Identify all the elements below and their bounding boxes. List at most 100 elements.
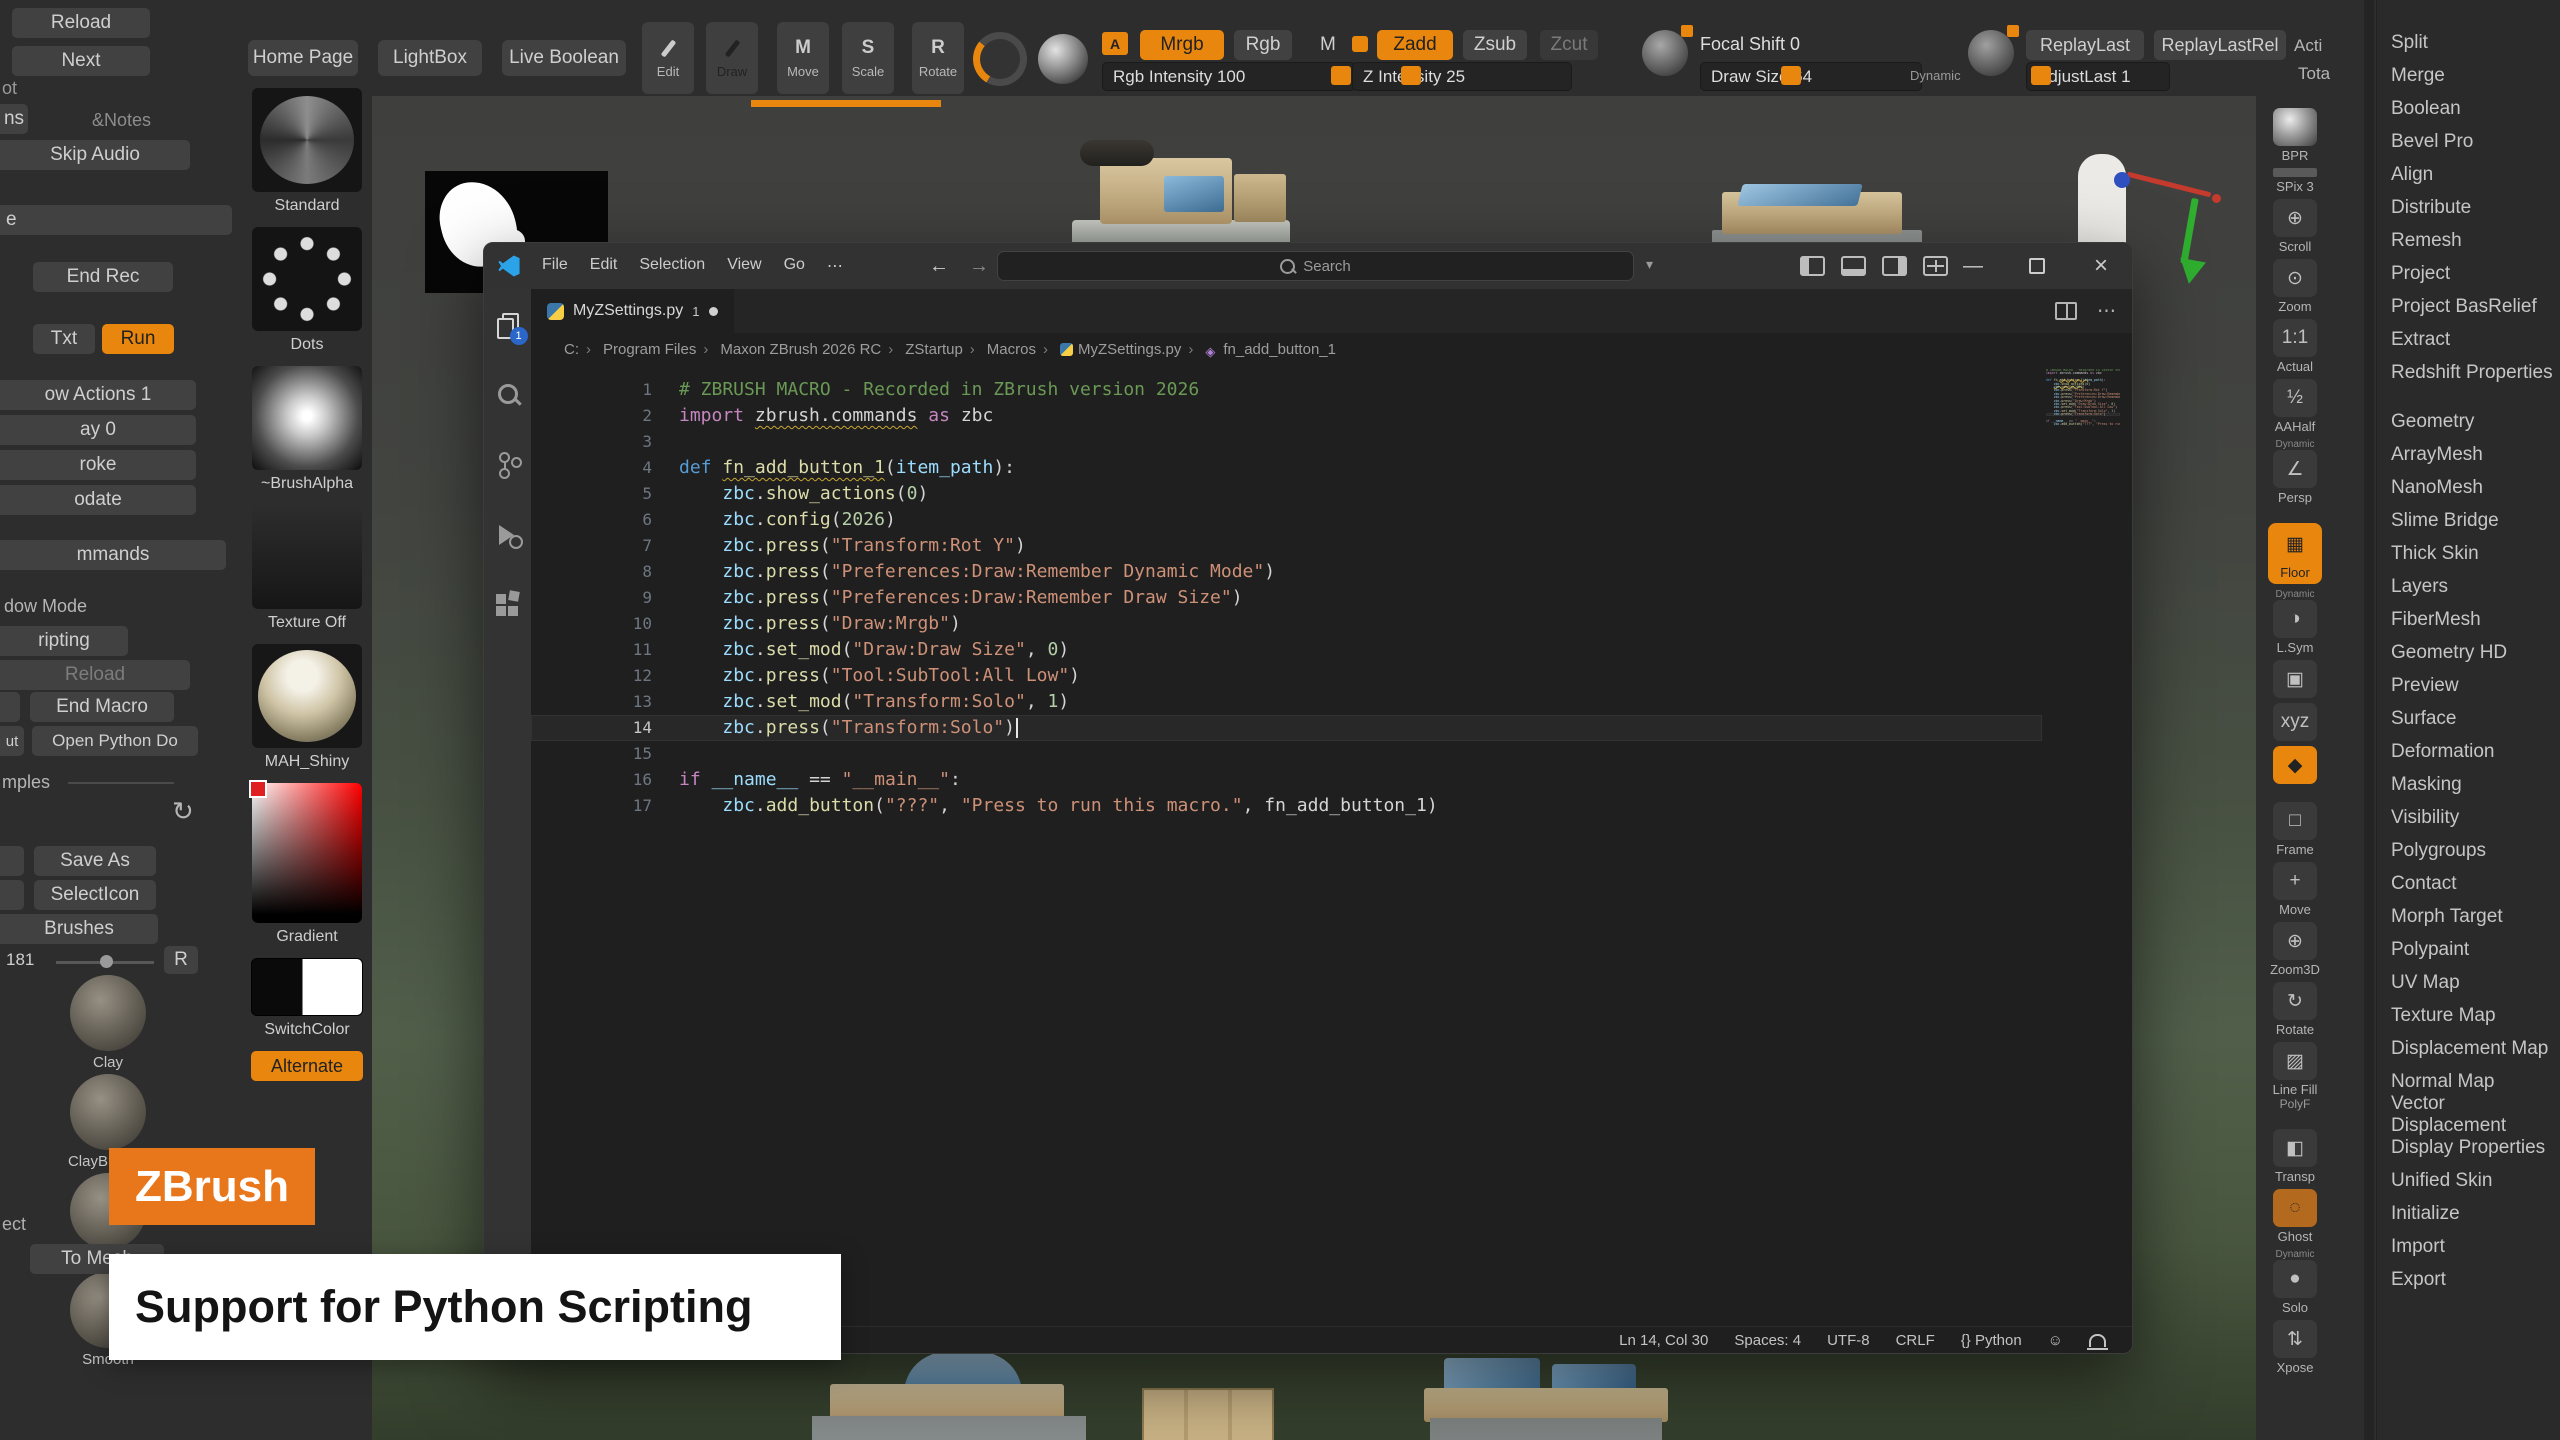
menu-section-item[interactable]: Morph Target xyxy=(2377,900,2560,933)
show-actions-button[interactable]: ow Actions 1 xyxy=(0,380,196,410)
menu-section-item[interactable]: Thick Skin xyxy=(2377,537,2560,570)
code-editor[interactable]: 1# ZBRUSH MACRO - Recorded in ZBrush ver… xyxy=(531,365,2132,1327)
shelf-button[interactable]: ◧ Transp xyxy=(2273,1129,2317,1184)
mrgb-button[interactable]: Mrgb xyxy=(1140,30,1224,60)
txt-button[interactable]: Txt xyxy=(33,324,95,354)
menubar-item[interactable]: Go xyxy=(774,251,815,281)
source-control-icon[interactable] xyxy=(494,451,522,479)
code-line[interactable]: 1# ZBRUSH MACRO - Recorded in ZBrush ver… xyxy=(531,377,2042,403)
palette-thumbnail[interactable] xyxy=(252,783,362,923)
code-line[interactable]: 14 zbc.press("Transform:Solo") xyxy=(531,715,2042,741)
shelf-button[interactable]: ▨ Line Fill PolyF xyxy=(2273,1042,2318,1111)
right-menu-scrollbar[interactable] xyxy=(2364,0,2374,1440)
tota-partial[interactable]: Tota xyxy=(2298,64,2330,84)
lightbox-button[interactable]: LightBox xyxy=(378,40,482,76)
indentation[interactable]: Spaces: 4 xyxy=(1734,1332,1801,1349)
code-line[interactable]: 10 zbc.press("Draw:Mrgb") xyxy=(531,611,2042,637)
menu-section-item[interactable]: NanoMesh xyxy=(2377,471,2560,504)
acti-partial[interactable]: Acti xyxy=(2294,36,2322,56)
minimize-button[interactable]: — xyxy=(1950,243,1996,289)
more-actions-icon[interactable]: ⋯ xyxy=(2097,300,2116,323)
code-line[interactable]: 13 zbc.set_mod("Transform:Solo", 1) xyxy=(531,689,2042,715)
scripting-button[interactable]: ripting xyxy=(0,626,128,656)
rgb-intensity-handle[interactable] xyxy=(1331,66,1351,85)
mini-slider-handle[interactable] xyxy=(100,955,113,968)
search-dropdown-icon[interactable]: ▾ xyxy=(1646,256,1653,273)
code-line[interactable]: 7 zbc.press("Transform:Rot Y") xyxy=(531,533,2042,559)
brush-thumb-clay[interactable] xyxy=(70,975,146,1051)
breadcrumb-item[interactable]: ZStartup xyxy=(881,341,963,358)
menu-section-item[interactable]: Polypaint xyxy=(2377,933,2560,966)
palette-thumbnail[interactable] xyxy=(252,505,362,609)
zcut-button[interactable]: Zcut xyxy=(1540,30,1598,60)
z-intensity-slider[interactable]: Z Intensity 25 xyxy=(1352,62,1572,91)
menu-section-item[interactable]: Import xyxy=(2377,1230,2560,1263)
menubar-item[interactable]: View xyxy=(717,251,771,281)
skip-audio-button[interactable]: Skip Audio xyxy=(0,140,190,170)
shelf-button[interactable]: BPR xyxy=(2273,108,2317,163)
search-view-icon[interactable] xyxy=(494,381,522,409)
replay-icon[interactable] xyxy=(1968,30,2014,76)
shelf-button[interactable]: ⊕ Zoom3D xyxy=(2270,922,2320,977)
menu-section-item[interactable]: UV Map xyxy=(2377,966,2560,999)
menu-section-item[interactable]: Visibility xyxy=(2377,801,2560,834)
home-page-button[interactable]: Home Page xyxy=(248,40,358,76)
menu-item[interactable]: Extract xyxy=(2377,323,2560,356)
tool-mode-button[interactable]: Draw xyxy=(706,22,758,94)
menu-section-item[interactable]: ArrayMesh xyxy=(2377,438,2560,471)
breadcrumb-item[interactable]: Maxon ZBrush 2026 RC xyxy=(696,341,881,358)
menu-section-item[interactable]: Geometry HD xyxy=(2377,636,2560,669)
close-button[interactable]: × xyxy=(2078,243,2124,289)
adjust-last-handle[interactable] xyxy=(2031,66,2051,85)
select-icon-stub[interactable] xyxy=(0,880,24,910)
shelf-button[interactable]: 1:1 Actual xyxy=(2273,319,2317,374)
tab-myzsettings[interactable]: MyZSettings.py 1 xyxy=(531,289,734,333)
palette-thumbnail[interactable] xyxy=(252,88,362,192)
menu-section-item[interactable]: Export xyxy=(2377,1263,2560,1296)
palette-item[interactable]: Dots xyxy=(242,227,372,354)
shelf-button[interactable]: ⇅ Xpose xyxy=(2273,1320,2317,1375)
z-intensity-handle[interactable] xyxy=(1401,66,1421,85)
shelf-button[interactable]: ↻ Rotate xyxy=(2273,982,2317,1037)
breadcrumb-item[interactable]: Program Files xyxy=(579,341,696,358)
menu-section-item[interactable]: Layers xyxy=(2377,570,2560,603)
rgb-intensity-slider[interactable]: Rgb Intensity 100 xyxy=(1102,62,1356,91)
partial-ut-stub[interactable]: ut xyxy=(0,726,24,756)
menu-section-item[interactable]: Polygroups xyxy=(2377,834,2560,867)
menu-section-item[interactable]: Unified Skin xyxy=(2377,1164,2560,1197)
tool-mode-button[interactable]: Edit xyxy=(642,22,694,94)
toggle-secondary-sidebar-icon[interactable] xyxy=(1882,256,1907,276)
tool-mode-button[interactable]: M Move xyxy=(777,22,829,94)
tab-bar[interactable]: MyZSettings.py 1 ⋯ xyxy=(531,289,2132,333)
vscode-titlebar[interactable]: File Edit Selection View Go ⋯ ← → Search xyxy=(484,243,2132,289)
code-line[interactable]: 6 zbc.config(2026) xyxy=(531,507,2042,533)
menu-section-item[interactable]: Contact xyxy=(2377,867,2560,900)
palette-item[interactable]: ~BrushAlpha xyxy=(242,366,372,493)
encoding[interactable]: UTF-8 xyxy=(1827,1332,1870,1349)
material-sphere-icon[interactable] xyxy=(1038,34,1088,84)
breadcrumb-item[interactable]: MyZSettings.py xyxy=(1036,341,1181,358)
menu-section-item[interactable]: Display Properties xyxy=(2377,1131,2560,1164)
palette-thumbnail[interactable] xyxy=(252,366,362,470)
save-as-stub[interactable] xyxy=(0,846,24,876)
menubar-item[interactable]: Edit xyxy=(580,251,628,281)
palette-item[interactable]: MAH_Shiny xyxy=(242,644,372,771)
menu-section-item[interactable]: Slime Bridge xyxy=(2377,504,2560,537)
zadd-button[interactable]: Zadd xyxy=(1377,30,1453,60)
shelf-button[interactable]: ½ AAHalf xyxy=(2273,379,2317,434)
shelf-button[interactable]: Dynamic ◑ L.Sym xyxy=(2273,589,2317,655)
brush-thumb-claybuildup[interactable] xyxy=(70,1074,146,1150)
shelf-button[interactable]: xyz xyxy=(2273,703,2317,741)
minimap[interactable]: 1# ZBRUSH MACRO - Recorded in ZBrush ver… xyxy=(2046,369,2120,427)
spotlight-icon[interactable] xyxy=(973,32,1027,86)
shelf-button[interactable]: ⊙ Zoom xyxy=(2273,259,2317,314)
language-mode[interactable]: {} Python xyxy=(1961,1332,2022,1349)
code-line[interactable]: 3 xyxy=(531,429,2042,455)
shelf-button[interactable]: ⊕ Scroll xyxy=(2273,199,2317,254)
code-line[interactable]: 16if __name__ == "__main__": xyxy=(531,767,2042,793)
focal-shift-icon[interactable] xyxy=(1642,30,1688,76)
menu-section-item[interactable]: Deformation xyxy=(2377,735,2560,768)
menu-item[interactable]: Align xyxy=(2377,158,2560,191)
m-label[interactable]: M xyxy=(1320,34,1336,56)
code-line[interactable]: 15 xyxy=(531,741,2042,767)
